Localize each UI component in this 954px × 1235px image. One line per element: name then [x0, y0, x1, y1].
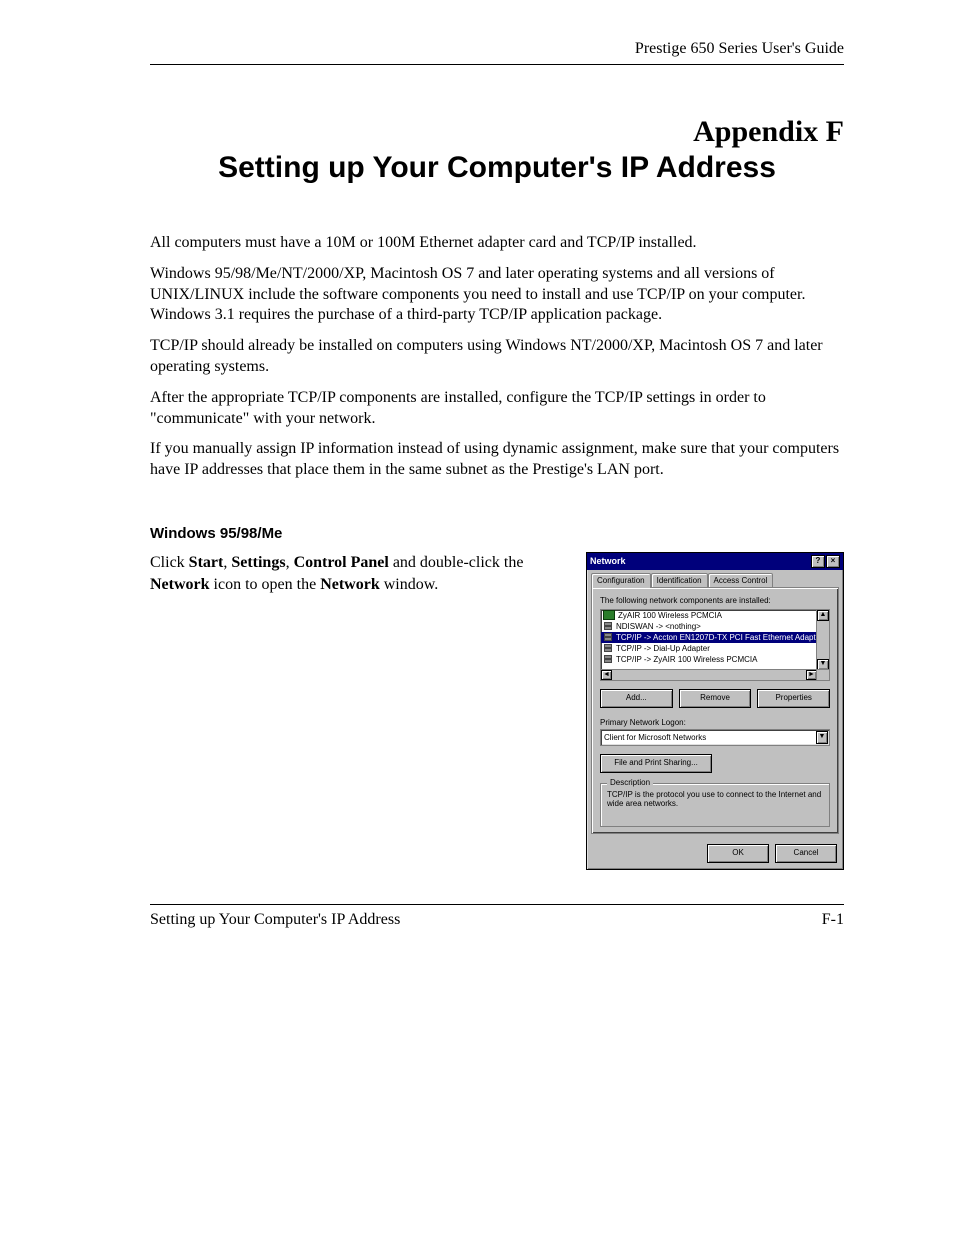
network-dialog: Network ? × Configuration Identification…	[586, 552, 844, 870]
list-item[interactable]: TCP/IP -> Dial-Up Adapter	[601, 643, 829, 654]
help-button[interactable]: ?	[811, 555, 825, 568]
tab-configuration[interactable]: Configuration	[591, 573, 651, 588]
primary-logon-value: Client for Microsoft Networks	[604, 733, 706, 742]
tab-access-control[interactable]: Access Control	[708, 573, 774, 587]
dialog-titlebar[interactable]: Network ? ×	[587, 553, 843, 570]
list-item[interactable]: TCP/IP -> ZyAIR 100 Wireless PCMCIA	[601, 654, 829, 665]
footer-page-number: F-1	[822, 911, 844, 929]
paragraph-5: If you manually assign IP information in…	[150, 439, 844, 481]
components-listbox[interactable]: ZyAIR 100 Wireless PCMCIA NDISWAN -> <no…	[600, 609, 830, 681]
tab-identification[interactable]: Identification	[651, 573, 708, 587]
paragraph-3: TCP/IP should already be installed on co…	[150, 336, 844, 378]
protocol-icon	[603, 633, 613, 641]
primary-logon-combo[interactable]: Client for Microsoft Networks ▼	[600, 729, 830, 746]
page-header: Prestige 650 Series User's Guide	[150, 40, 844, 65]
protocol-icon	[603, 655, 613, 663]
footer-title: Setting up Your Computer's IP Address	[150, 911, 822, 929]
description-legend: Description	[607, 778, 653, 787]
main-title: Setting up Your Computer's IP Address	[150, 151, 844, 185]
page-footer: Setting up Your Computer's IP Address F-…	[150, 904, 844, 929]
ok-button[interactable]: OK	[707, 844, 769, 863]
paragraph-2: Windows 95/98/Me/NT/2000/XP, Macintosh O…	[150, 264, 844, 326]
chevron-down-icon[interactable]: ▼	[816, 731, 828, 744]
list-item[interactable]: ZyAIR 100 Wireless PCMCIA	[601, 610, 829, 621]
horizontal-scrollbar[interactable]: ◄ ►	[601, 669, 829, 680]
list-item-selected[interactable]: TCP/IP -> Accton EN1207D-TX PCI Fast Eth…	[601, 632, 829, 643]
components-label: The following network components are ins…	[600, 596, 830, 605]
adapter-icon	[603, 610, 615, 620]
protocol-icon	[603, 644, 613, 652]
cancel-button[interactable]: Cancel	[775, 844, 837, 863]
protocol-icon	[603, 622, 613, 630]
dialog-title: Network	[590, 556, 810, 566]
vertical-scrollbar[interactable]: ▲ ▼	[816, 610, 829, 670]
instruction-text: Click Start, Settings, Control Panel and…	[150, 552, 570, 595]
description-groupbox: Description TCP/IP is the protocol you u…	[600, 783, 830, 827]
list-item[interactable]: NDISWAN -> <nothing>	[601, 621, 829, 632]
paragraph-1: All computers must have a 10M or 100M Et…	[150, 233, 844, 254]
close-button[interactable]: ×	[826, 555, 840, 568]
scroll-up-icon[interactable]: ▲	[817, 610, 829, 621]
scroll-corner	[816, 669, 829, 680]
paragraph-4: After the appropriate TCP/IP components …	[150, 388, 844, 430]
scroll-left-icon[interactable]: ◄	[601, 670, 612, 680]
remove-button[interactable]: Remove	[679, 689, 752, 708]
add-button[interactable]: Add...	[600, 689, 673, 708]
primary-logon-label: Primary Network Logon:	[600, 718, 830, 727]
appendix-label: Appendix F	[150, 115, 844, 149]
description-text: TCP/IP is the protocol you use to connec…	[607, 790, 821, 808]
file-print-sharing-button[interactable]: File and Print Sharing...	[600, 754, 712, 773]
section-heading-windows: Windows 95/98/Me	[150, 525, 844, 542]
properties-button[interactable]: Properties	[757, 689, 830, 708]
